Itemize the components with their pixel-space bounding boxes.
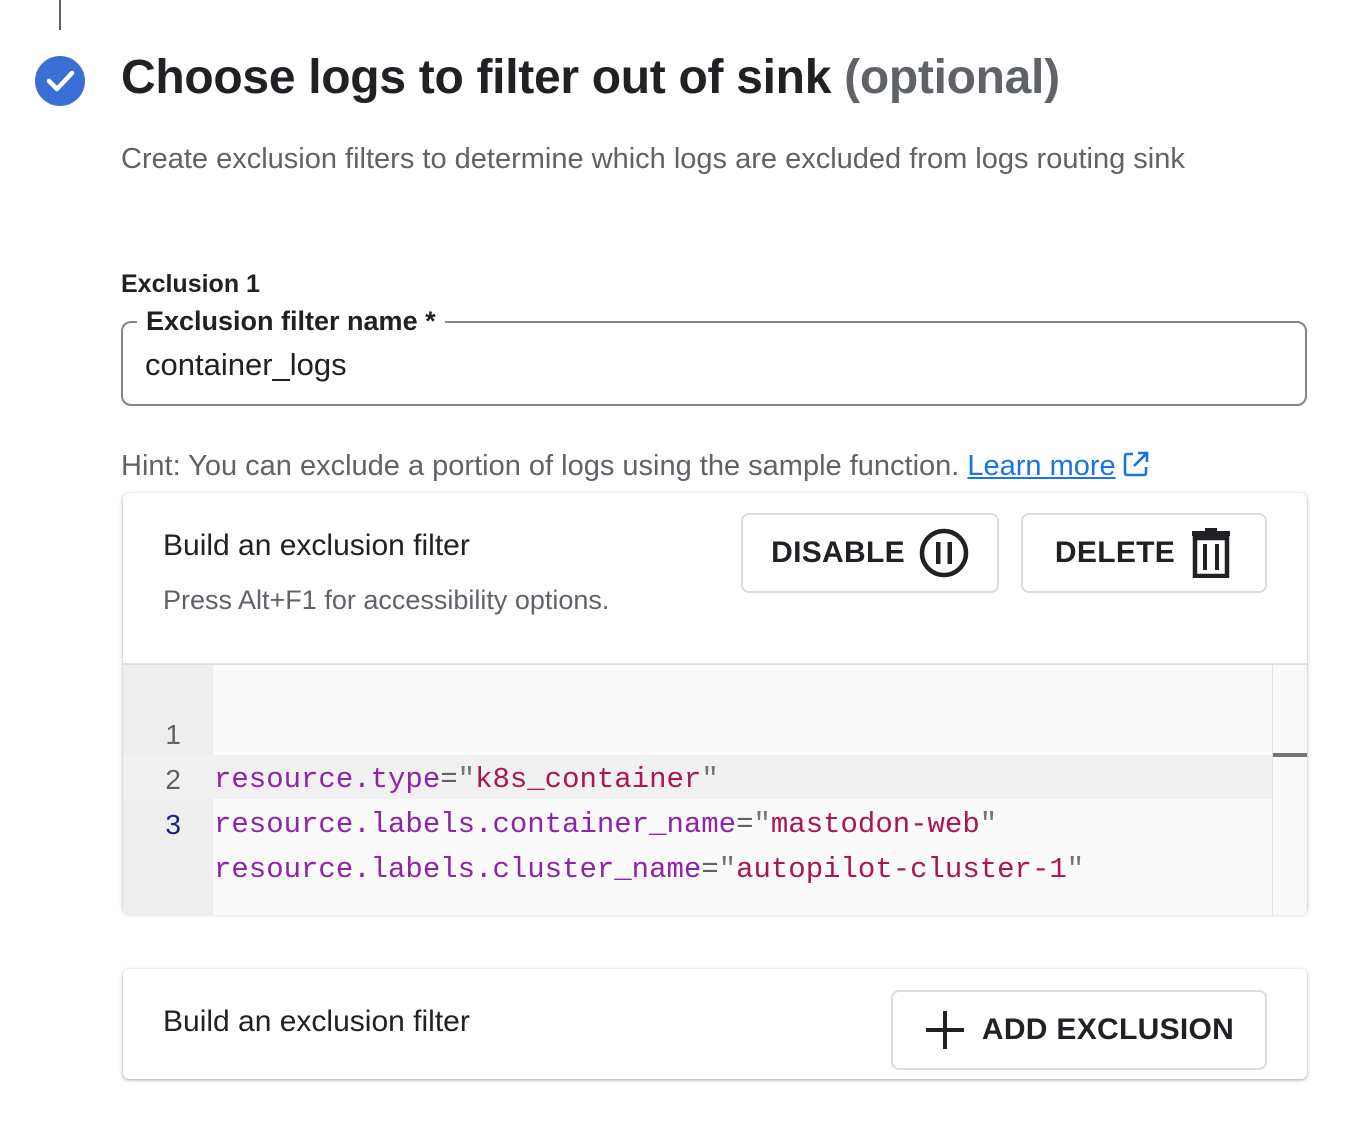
trash-icon	[1189, 528, 1233, 578]
exclusion-name-field[interactable]: Exclusion filter name *	[121, 305, 1307, 406]
delete-label: DELETE	[1054, 536, 1176, 569]
plus-icon	[924, 1009, 966, 1051]
add-exclusion-section: Build an exclusion filter ADD EXCLUSION	[123, 969, 1307, 1079]
builder-accessibility-hint: Press Alt+F1 for accessibility options.	[163, 585, 610, 615]
scrollbar-cursor-marker	[1273, 753, 1307, 757]
code-line[interactable]: 1 resource.type="k8s_container"	[123, 667, 1273, 796]
code-line[interactable]: 2 resource.labels.container_name="mastod…	[123, 712, 1273, 841]
exclusion-name-label: Exclusion filter name *	[137, 305, 445, 337]
code-field: resource.labels.cluster_name	[214, 853, 702, 886]
add-exclusion-button[interactable]: ADD EXCLUSION	[891, 990, 1267, 1070]
step-title-text: Choose logs to filter out of sink	[121, 51, 832, 104]
line-number: 3	[165, 809, 181, 840]
learn-more-label: Learn more	[967, 450, 1116, 482]
add-section-title: Build an exclusion filter	[163, 1005, 470, 1038]
code-value: mastodon-web	[770, 808, 980, 841]
page: Choose logs to filter out of sink (optio…	[0, 0, 1362, 1130]
pause-circle-icon	[919, 528, 969, 578]
step-connector-line	[59, 0, 61, 30]
exclusion-filter-builder: Build an exclusion filter Press Alt+F1 f…	[123, 493, 1307, 915]
add-exclusion-label: ADD EXCLUSION	[981, 1013, 1235, 1046]
optional-label: (optional)	[844, 51, 1060, 104]
editor-scrollbar[interactable]	[1272, 665, 1307, 915]
code-text: resource.labels.container_name="mastodon…	[214, 808, 998, 841]
code-operator: =	[701, 853, 719, 886]
check-circle-icon	[35, 56, 85, 106]
disable-button[interactable]: DISABLE	[741, 513, 999, 593]
code-field: resource.labels.container_name	[214, 808, 737, 841]
disable-label: DISABLE	[771, 536, 905, 569]
builder-title: Build an exclusion filter	[163, 529, 470, 562]
exclusion-heading: Exclusion 1	[121, 270, 260, 298]
step-title: Choose logs to filter out of sink (optio…	[121, 50, 1060, 105]
hint-message: Hint: You can exclude a portion of logs …	[121, 450, 968, 482]
code-operator: =	[736, 808, 754, 841]
step-description: Create exclusion filters to determine wh…	[121, 143, 1185, 175]
learn-more-link[interactable]: Learn more	[967, 450, 1115, 482]
code-value: autopilot-cluster-1	[736, 853, 1067, 886]
delete-button[interactable]: DELETE	[1021, 513, 1267, 593]
code-text: resource.labels.cluster_name="autopilot-…	[214, 853, 1085, 886]
exclusion-name-input[interactable]	[145, 345, 1245, 385]
code-line[interactable]: 3 resource.labels.cluster_name="autopilo…	[123, 757, 1273, 886]
hint-text: Hint: You can exclude a portion of logs …	[121, 450, 1150, 486]
filter-code-editor[interactable]: 1 resource.type="k8s_container" 2 resour…	[123, 663, 1307, 915]
open-in-new-icon[interactable]	[1122, 450, 1150, 486]
